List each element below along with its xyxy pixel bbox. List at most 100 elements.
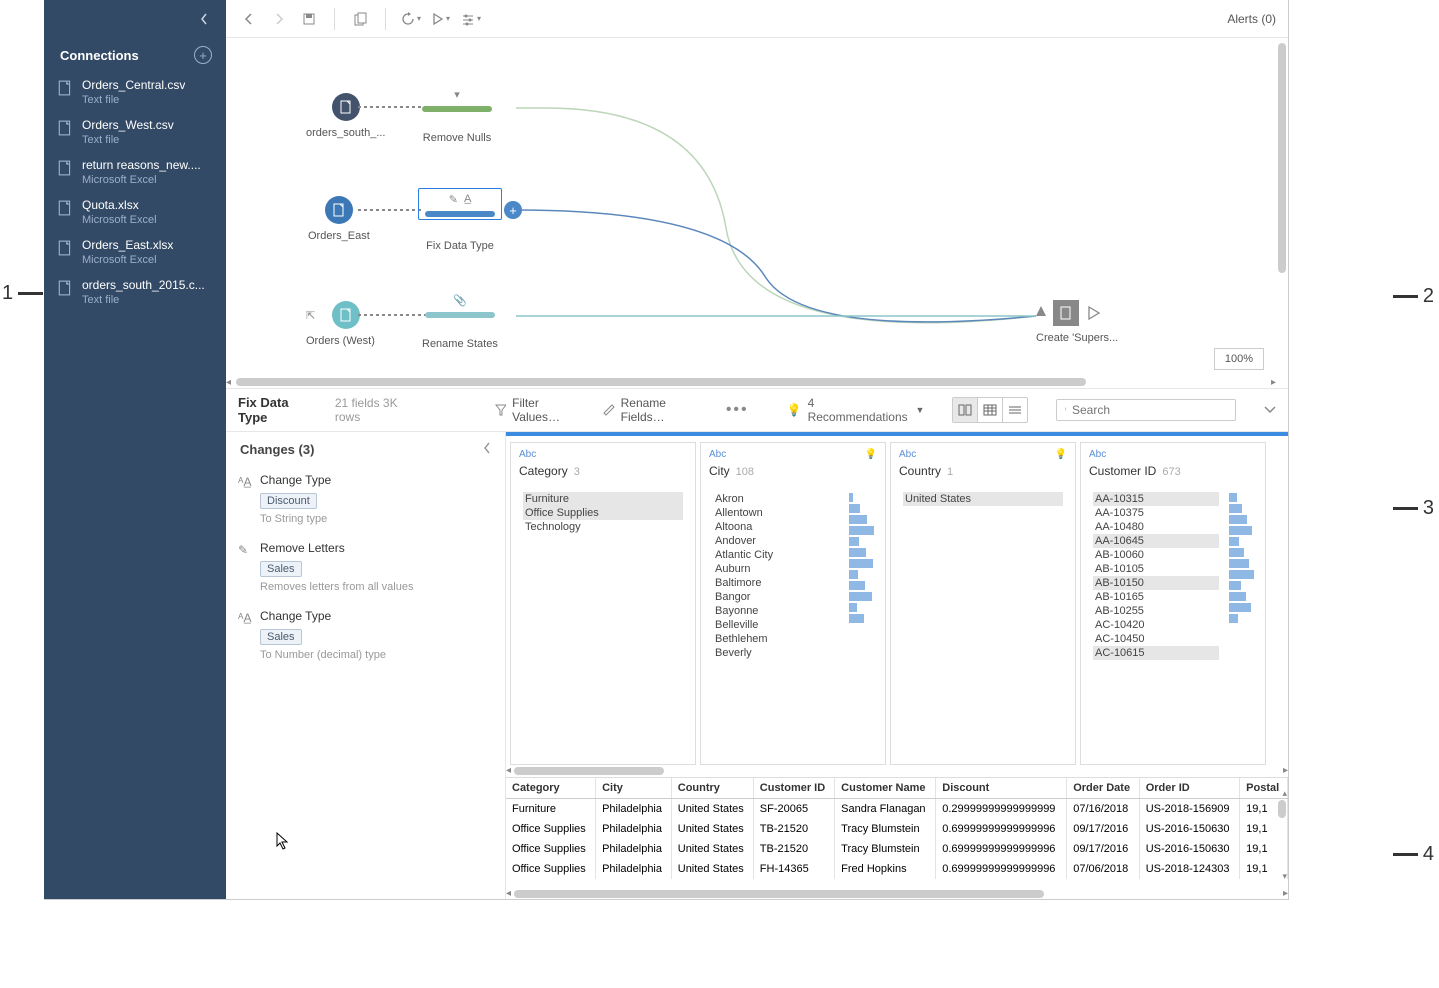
filter-values-button[interactable]: Filter Values… xyxy=(495,396,585,424)
alerts-link[interactable]: Alerts (0) xyxy=(1227,12,1276,26)
grid-header[interactable]: Category xyxy=(506,778,596,799)
back-button[interactable] xyxy=(238,8,260,30)
profile-card-country[interactable]: Abc💡 Country1 United States xyxy=(890,442,1076,765)
save-button[interactable] xyxy=(298,8,320,30)
grid-header[interactable]: Discount xyxy=(936,778,1067,799)
grid-header[interactable]: Order Date xyxy=(1067,778,1140,799)
flow-input-orders-south[interactable]: orders_south_... xyxy=(306,93,386,139)
profile-value[interactable]: Bangor xyxy=(713,590,839,604)
flow-output-create-superstore[interactable]: Create 'Supers... xyxy=(1036,300,1118,344)
profile-value[interactable]: AB-10105 xyxy=(1093,562,1219,576)
profile-value[interactable]: AA-10645 xyxy=(1093,534,1219,548)
connection-item-0[interactable]: Orders_Central.csvText file xyxy=(44,72,226,112)
profile-card-city[interactable]: Abc💡 City108 AkronAllentownAltoonaAndove… xyxy=(700,442,886,765)
profile-card-customer-id[interactable]: Abc Customer ID673 AA-10315AA-10375AA-10… xyxy=(1080,442,1266,765)
grid-header[interactable]: Postal xyxy=(1240,778,1288,799)
profile-value[interactable]: Baltimore xyxy=(713,576,839,590)
change-item-0[interactable]: ᴬA̲Change Type Discount To String type xyxy=(236,467,495,535)
profile-value[interactable]: Atlantic City xyxy=(713,548,839,562)
flow-step-rename-states[interactable]: 📎 Rename States xyxy=(422,294,498,350)
profile-value[interactable]: AC-10450 xyxy=(1093,632,1219,646)
profile-value[interactable]: Belleville xyxy=(713,618,839,632)
profile-value[interactable]: Allentown xyxy=(713,506,839,520)
profile-value[interactable]: Altoona xyxy=(713,520,839,534)
view-grid-button[interactable] xyxy=(978,398,1003,422)
profile-value[interactable]: AA-10480 xyxy=(1093,520,1219,534)
profile-value[interactable]: AC-10420 xyxy=(1093,618,1219,632)
change-item-1[interactable]: ✎Remove Letters Sales Removes letters fr… xyxy=(236,535,495,603)
search-box[interactable] xyxy=(1056,399,1236,421)
search-input[interactable] xyxy=(1072,403,1227,417)
profile-value[interactable]: United States xyxy=(903,492,1063,506)
profile-value[interactable]: Beverly xyxy=(713,646,839,660)
grid-header[interactable]: Order ID xyxy=(1139,778,1239,799)
collapse-sidebar-button[interactable] xyxy=(196,11,212,27)
connection-item-5[interactable]: orders_south_2015.c...Text file xyxy=(44,272,226,312)
add-connection-button[interactable]: + xyxy=(194,46,212,64)
profile-card-category[interactable]: Abc Category3 FurnitureOffice SuppliesTe… xyxy=(510,442,696,765)
recommendation-icon[interactable]: 💡 xyxy=(865,449,877,460)
rename-fields-button[interactable]: Rename Fields… xyxy=(603,396,707,424)
connection-item-2[interactable]: return reasons_new....Microsoft Excel xyxy=(44,152,226,192)
refresh-button[interactable]: ▾ xyxy=(400,8,422,30)
flow-step-remove-nulls[interactable]: ▾ Remove Nulls xyxy=(422,88,492,144)
profile-value[interactable]: AA-10315 xyxy=(1093,492,1219,506)
more-options-button[interactable]: ••• xyxy=(726,401,749,419)
profile-value[interactable]: AC-10615 xyxy=(1093,646,1219,660)
grid-header[interactable]: Country xyxy=(671,778,753,799)
grid-vscroll[interactable]: ▴▾ xyxy=(1276,800,1288,880)
flow-input-orders-east[interactable]: Orders_East xyxy=(308,196,370,242)
zoom-indicator[interactable]: 100% xyxy=(1214,348,1264,370)
search-icon xyxy=(1065,404,1066,416)
recommendation-icon[interactable]: 💡 xyxy=(1055,449,1067,460)
profile-value[interactable]: Office Supplies xyxy=(523,506,683,520)
change-item-2[interactable]: ᴬA̲Change Type Sales To Number (decimal)… xyxy=(236,603,495,671)
run-button[interactable]: ▾ xyxy=(430,8,452,30)
profile-value[interactable]: AB-10060 xyxy=(1093,548,1219,562)
table-row[interactable]: FurniturePhiladelphiaUnited StatesSF-200… xyxy=(506,798,1288,819)
table-row[interactable]: Office SuppliesPhiladelphiaUnited States… xyxy=(506,839,1288,859)
connection-item-1[interactable]: Orders_West.csvText file xyxy=(44,112,226,152)
connection-item-3[interactable]: Quota.xlsxMicrosoft Excel xyxy=(44,192,226,232)
change-desc: To Number (decimal) type xyxy=(260,649,491,661)
profile-value[interactable]: Andover xyxy=(713,534,839,548)
table-row[interactable]: Office SuppliesPhiladelphiaUnited States… xyxy=(506,859,1288,879)
collapse-changes-button[interactable] xyxy=(483,442,491,457)
grid-header[interactable]: City xyxy=(596,778,672,799)
grid-header[interactable]: Customer Name xyxy=(835,778,936,799)
flow-canvas[interactable]: orders_south_... Orders_East ⇱ Orders (W… xyxy=(226,38,1288,388)
profile-hscroll[interactable]: ◂▸ xyxy=(506,765,1288,777)
connection-item-4[interactable]: Orders_East.xlsxMicrosoft Excel xyxy=(44,232,226,272)
grid-header[interactable]: Customer ID xyxy=(753,778,834,799)
profile-value[interactable]: AB-10255 xyxy=(1093,604,1219,618)
grid-cell: Office Supplies xyxy=(506,859,596,879)
profile-value[interactable]: Bayonne xyxy=(713,604,839,618)
view-profile-button[interactable] xyxy=(953,398,978,422)
forward-button[interactable] xyxy=(268,8,290,30)
data-sample-button[interactable] xyxy=(349,8,371,30)
profile-value[interactable]: AB-10165 xyxy=(1093,590,1219,604)
field-count: 673 xyxy=(1162,466,1180,478)
expand-profile-button[interactable] xyxy=(1264,401,1276,419)
flow-input-orders-west[interactable]: ⇱ Orders (West) xyxy=(306,301,375,347)
profile-value[interactable]: Technology xyxy=(523,520,683,534)
flow-step-fix-data-type[interactable]: ✎A̲ Fix Data Type xyxy=(418,188,502,252)
settings-button[interactable]: ▾ xyxy=(460,8,482,30)
recommendations-button[interactable]: 💡4 Recommendations▼ xyxy=(787,396,925,424)
profile-value[interactable]: Furniture xyxy=(523,492,683,506)
view-list-button[interactable] xyxy=(1003,398,1028,422)
canvas-hscroll[interactable]: ◂▸ xyxy=(226,376,1276,388)
profile-value[interactable]: Auburn xyxy=(713,562,839,576)
run-output-icon[interactable] xyxy=(1087,306,1101,320)
table-row[interactable]: Office SuppliesPhiladelphiaUnited States… xyxy=(506,819,1288,839)
profile-value[interactable]: Bethlehem xyxy=(713,632,839,646)
canvas-vscroll[interactable] xyxy=(1276,38,1288,388)
profile-value[interactable]: Akron xyxy=(713,492,839,506)
profile-value[interactable]: AB-10150 xyxy=(1093,576,1219,590)
grid-cell: Philadelphia xyxy=(596,798,672,819)
field-name: Customer ID xyxy=(1089,464,1156,478)
grid-hscroll[interactable]: ◂▸ xyxy=(506,888,1288,899)
add-step-button[interactable]: + xyxy=(504,201,522,219)
profile-value[interactable]: AA-10375 xyxy=(1093,506,1219,520)
connection-type: Microsoft Excel xyxy=(82,174,201,186)
